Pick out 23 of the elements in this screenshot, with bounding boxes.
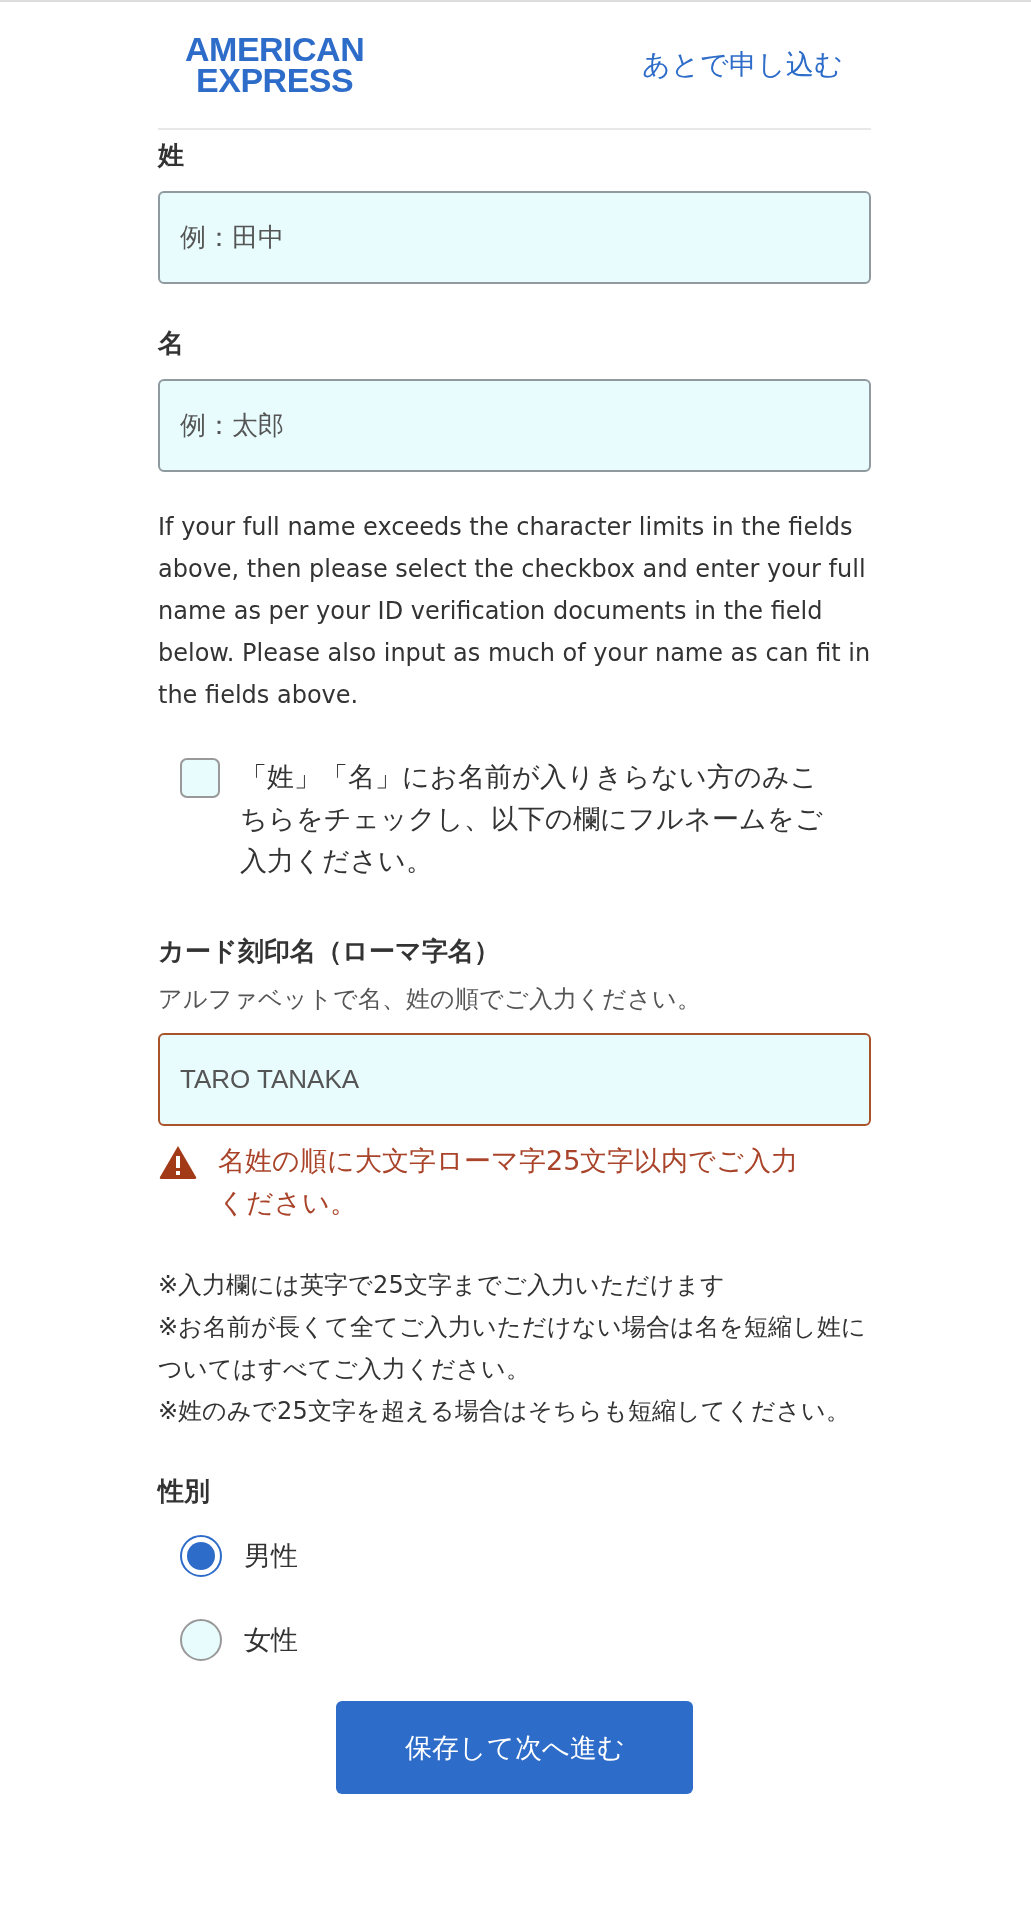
radio-button[interactable] bbox=[180, 1535, 222, 1577]
checkbox-label: 「姓」「名」にお名前が入りきらない方のみこちらをチェックし、以下の欄にフルネームをご入力ください。 bbox=[240, 760, 824, 878]
checkbox[interactable] bbox=[180, 758, 220, 798]
note-text: ※入力欄には英字で25文字までご入力いただけます bbox=[158, 1270, 726, 1301]
warning-icon bbox=[158, 1144, 198, 1180]
note-text: ※姓のみで25文字を超える場合はそちらも短縮してください。 bbox=[158, 1396, 851, 1427]
error-message: 名姓の順に大文字ローマ字25文字以内でご入力ください。 bbox=[218, 1144, 800, 1220]
field-hint: アルファベットで名、姓の順でご入力ください。 bbox=[158, 984, 702, 1015]
field-label: 名 bbox=[158, 327, 185, 360]
submit-button[interactable]: 保存して次へ進む bbox=[336, 1701, 693, 1794]
radio-label: 女性 bbox=[244, 1623, 298, 1657]
field-label: 性別 bbox=[158, 1475, 211, 1508]
note-text: ※お名前が長くて全てご入力いただけない場合は名を短縮し姓についてはすべてご入力ください。 bbox=[158, 1312, 868, 1385]
field-label: 姓 bbox=[158, 139, 185, 172]
logo: AMERICAN EXPRESS bbox=[185, 34, 365, 96]
input-field[interactable]: TARO TANAKA bbox=[158, 1033, 871, 1126]
apply-later-link[interactable]: あとで申し込む bbox=[642, 46, 843, 84]
field-label: カード刻印名（ローマ字名） bbox=[158, 935, 501, 968]
input-field[interactable]: 例：田中 bbox=[158, 191, 871, 284]
instruction-text: If your full name exceeds the character limits in the fields above, then please select the checkbox and enter your full name as per your ID verification documents in the field below. Please also input as much of your name as can fit in the fields above. bbox=[158, 512, 871, 711]
input-field[interactable]: 例：太郎 bbox=[158, 379, 871, 472]
radio-label: 男性 bbox=[244, 1539, 298, 1573]
radio-button[interactable] bbox=[180, 1619, 222, 1661]
